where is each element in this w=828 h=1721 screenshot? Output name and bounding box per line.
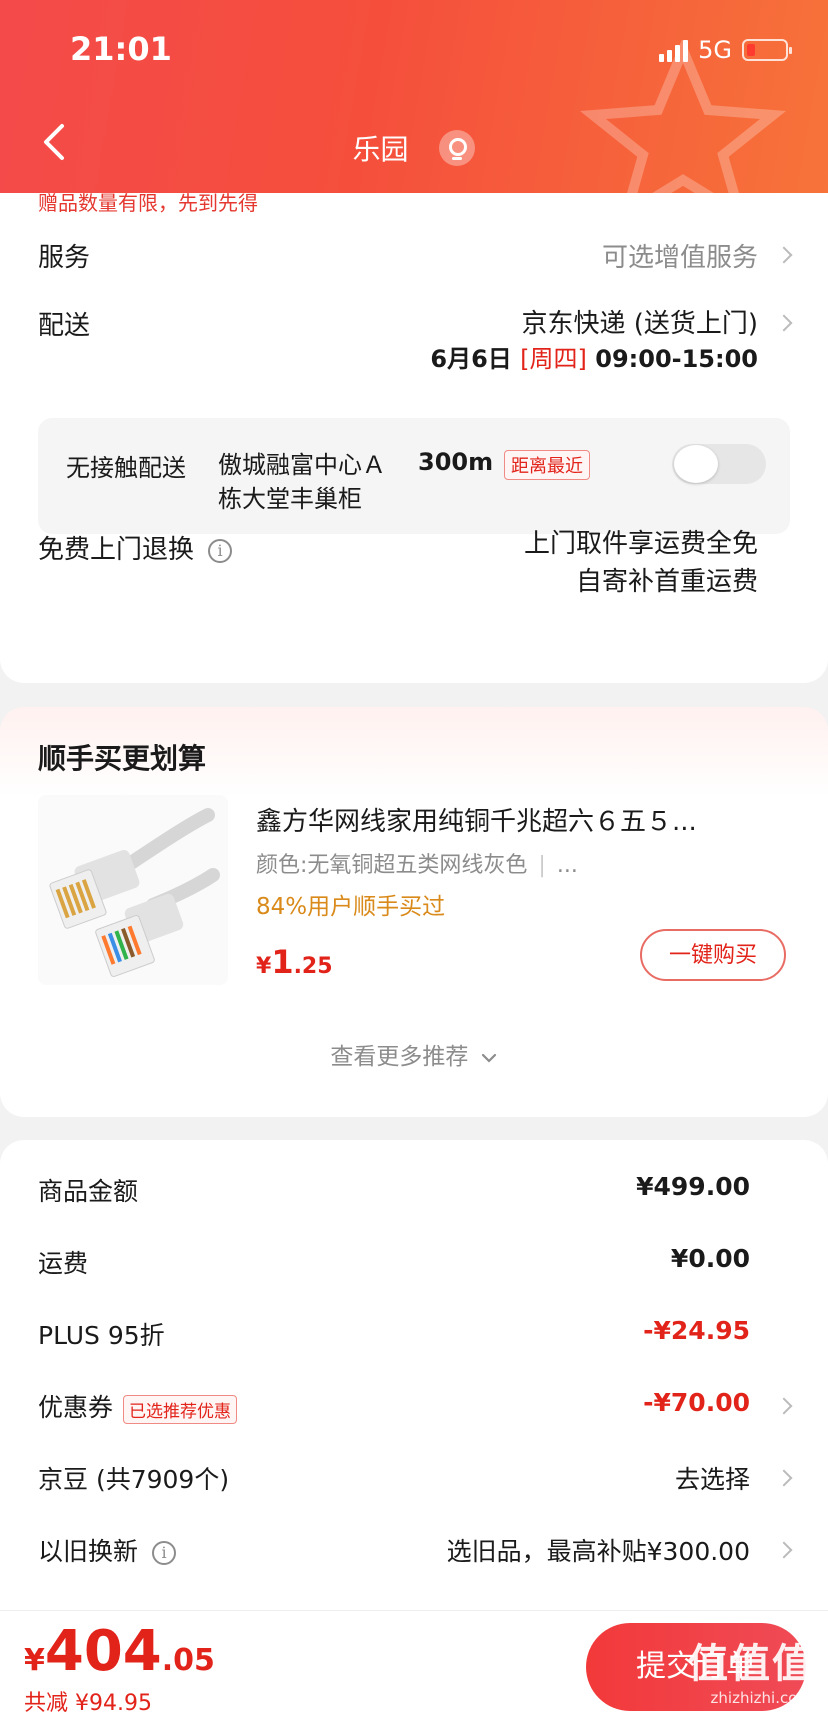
- product-spec-text: 颜色:无氧铜超五类网线灰色: [256, 853, 528, 878]
- status-indicators: 5G: [659, 36, 792, 64]
- product-buy-stat: 84%用户顺手买过: [256, 894, 446, 920]
- coupon-label-wrap: 优惠券 已选推荐优惠: [38, 1388, 238, 1424]
- service-label: 服务: [38, 243, 91, 273]
- gift-note: 赠品数量有限，先到先得: [38, 191, 258, 215]
- info-icon[interactable]: i: [152, 1541, 177, 1565]
- plus-discount-label: PLUS 95折: [38, 1321, 165, 1350]
- coupon-value[interactable]: -¥70.00: [643, 1388, 750, 1417]
- beans-value[interactable]: 去选择: [675, 1460, 750, 1496]
- product-price: ¥1.25: [256, 943, 333, 981]
- price-symbol: ¥: [256, 954, 272, 979]
- return-policy-label-wrap: 免费上门退换 i: [38, 529, 233, 566]
- price-decimal: .25: [293, 954, 333, 979]
- delivery-timeslot: 09:00-15:00: [595, 345, 758, 373]
- product-image[interactable]: [38, 795, 228, 985]
- network-label: 5G: [698, 36, 732, 64]
- signal-icon: [659, 38, 689, 62]
- fee-row-shipping: 运费 ¥0.00: [0, 1244, 828, 1284]
- info-icon[interactable]: i: [208, 538, 233, 563]
- spec-divider: |: [538, 853, 546, 878]
- location-icon[interactable]: [439, 130, 476, 166]
- contactless-address-text: 傲城融富中心Ａ栋大堂丰巢柜: [218, 451, 386, 513]
- delivery-time: 6月6日 [周四] 09:00-15:00: [430, 339, 758, 374]
- contactless-distance: 300m: [418, 448, 494, 476]
- return-policy-line2: 自寄补首重运费: [575, 567, 758, 597]
- one-click-buy-button[interactable]: 一键购买: [640, 929, 786, 981]
- total-decimal: .05: [161, 1643, 215, 1678]
- nearest-tag: 距离最近: [504, 450, 590, 480]
- product-name[interactable]: 鑫方华网线家用纯铜千兆超六６五５...: [256, 801, 776, 838]
- coupon-recommend-tag: 已选推荐优惠: [123, 1394, 238, 1424]
- shipping-value: ¥0.00: [670, 1244, 750, 1273]
- goods-amount-label: 商品金额: [38, 1177, 139, 1206]
- app-header: 21:01 5G 乐园: [0, 0, 828, 193]
- return-policy-line1: 上门取件享运费全免: [523, 529, 758, 559]
- total-integer: 404: [44, 1619, 162, 1684]
- product-spec-more: ...: [556, 853, 578, 878]
- goods-amount-value: ¥499.00: [636, 1172, 750, 1201]
- coupon-label: 优惠券: [38, 1393, 114, 1422]
- checkout-bar: ¥404.05 共减 ¥94.95 提交订单 值值值 zhizhizhi.com: [0, 1610, 828, 1721]
- page-title: 乐园: [352, 133, 409, 166]
- fee-row-plus: PLUS 95折 -¥24.95: [0, 1316, 828, 1356]
- chevron-right-icon[interactable]: [775, 246, 793, 264]
- watermark-logo: 值值值: [688, 1641, 814, 1687]
- fee-row-beans[interactable]: 京豆 (共7909个) 去选择: [0, 1460, 828, 1500]
- beans-label: 京豆 (共7909个): [38, 1465, 230, 1494]
- total-saved: 共减 ¥94.95: [24, 1691, 152, 1716]
- price-integer: 1: [271, 943, 294, 981]
- contactless-label: 无接触配送: [66, 454, 186, 482]
- delivery-card: 赠品数量有限，先到先得 服务 可选增值服务 配送 京东快递 (送货上门) 6月6…: [0, 191, 828, 683]
- total-symbol: ¥: [24, 1643, 45, 1678]
- contactless-delivery-box: 无接触配送 傲城融富中心Ａ栋大堂丰巢柜 300m 距离最近: [38, 418, 790, 534]
- watermark-url: zhizhizhi.com: [710, 1689, 812, 1707]
- shipping-label: 运费: [38, 1249, 89, 1278]
- product-spec: 颜色:无氧铜超五类网线灰色 | ...: [256, 847, 578, 879]
- recommend-title: 顺手买更划算: [38, 742, 207, 775]
- trade-in-value[interactable]: 选旧品，最高补贴¥300.00: [447, 1532, 750, 1568]
- trade-in-label-wrap: 以旧换新 i: [38, 1532, 177, 1568]
- return-policy-label: 免费上门退换: [38, 535, 195, 565]
- more-recommend-label: 查看更多推荐: [330, 1044, 469, 1070]
- contactless-toggle[interactable]: [672, 444, 766, 484]
- order-total: ¥404.05: [24, 1619, 215, 1684]
- service-value[interactable]: 可选增值服务: [602, 237, 758, 274]
- battery-icon: [742, 39, 792, 61]
- delivery-weekday: [周四]: [520, 345, 587, 373]
- recommend-card: 顺手买更划算 鑫方华网线家用纯铜千兆超六６五５... 颜色:无氧铜超五类网线灰色…: [0, 707, 828, 1117]
- chevron-right-icon[interactable]: [775, 1541, 793, 1559]
- trade-in-label: 以旧换新: [38, 1537, 139, 1566]
- toggle-knob: [674, 445, 718, 483]
- chevron-down-icon: [481, 1053, 496, 1063]
- more-recommend-link[interactable]: 查看更多推荐: [0, 1037, 828, 1071]
- fee-summary-card: 商品金额 ¥499.00 运费 ¥0.00 PLUS 95折 -¥24.95 优…: [0, 1140, 828, 1610]
- return-policy-detail: 上门取件享运费全免 自寄补首重运费: [524, 525, 758, 601]
- status-time: 21:01: [70, 30, 172, 68]
- fee-row-goods: 商品金额 ¥499.00: [0, 1172, 828, 1212]
- plus-discount-value: -¥24.95: [643, 1316, 750, 1345]
- delivery-label: 配送: [38, 311, 91, 341]
- chevron-right-icon[interactable]: [775, 1397, 793, 1415]
- fee-row-trade-in[interactable]: 以旧换新 i 选旧品，最高补贴¥300.00: [0, 1532, 828, 1572]
- chevron-right-icon[interactable]: [775, 314, 793, 332]
- delivery-date: 6月6日: [430, 345, 512, 373]
- header-title-area: 乐园: [0, 128, 828, 168]
- fee-row-coupon[interactable]: 优惠券 已选推荐优惠 -¥70.00: [0, 1388, 828, 1428]
- delivery-carrier[interactable]: 京东快递 (送货上门): [521, 303, 758, 340]
- chevron-right-icon[interactable]: [775, 1469, 793, 1487]
